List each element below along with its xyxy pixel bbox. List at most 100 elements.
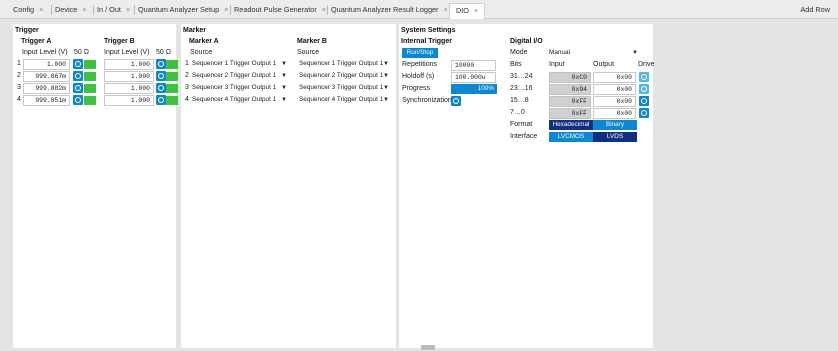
marker-a-source-select-4[interactable]: Sequencer 4 Trigger Output 1 ▼ [192, 95, 287, 105]
trigger-b-level-1[interactable]: 1.000 [104, 59, 154, 70]
row-index: 1 [17, 60, 21, 67]
interface-lvcmos-button[interactable]: LVCMOS [549, 132, 593, 142]
trigger-a-led-2 [84, 72, 96, 81]
row-index: 3 [17, 84, 21, 91]
close-icon[interactable]: × [82, 5, 86, 14]
row-index: 3 [185, 84, 189, 91]
tab-readout-pulse-generator[interactable]: Readout Pulse Generator × [234, 5, 326, 17]
system-settings-title: System Settings [401, 27, 456, 34]
dio-input-value: 0xC0 [549, 72, 591, 83]
format-label: Format [510, 121, 533, 128]
chevron-down-icon: ▼ [383, 61, 389, 67]
trigger-a-level-3[interactable]: 999.882m [23, 83, 70, 94]
trigger-b-level-2[interactable]: 1.000 [104, 71, 154, 82]
marker-b-source-select-2[interactable]: Sequencer 2 Trigger Output 1 ▼ [299, 71, 389, 81]
marker-b-source-select-3[interactable]: Sequencer 3 Trigger Output 1 ▼ [299, 83, 389, 93]
chevron-down-icon: ▼ [281, 85, 287, 91]
trigger-b-led-1 [166, 60, 178, 69]
trigger-a-50ohm-toggle-3[interactable] [73, 83, 83, 93]
tab-device[interactable]: Device × [55, 5, 87, 17]
add-row-button[interactable]: Add Row [800, 5, 830, 14]
chevron-down-icon: ▼ [383, 85, 389, 91]
trigger-a-50ohm-header: 50 Ω [74, 49, 89, 56]
trigger-b-50ohm-toggle-4[interactable] [156, 95, 166, 105]
tab-quantum-analyzer-setup[interactable]: Quantum Analyzer Setup × [138, 5, 228, 17]
tab-in-out[interactable]: In / Out × [97, 5, 130, 17]
close-icon[interactable]: × [39, 5, 43, 14]
trigger-a-50ohm-toggle-2[interactable] [73, 71, 83, 81]
close-icon[interactable]: × [444, 5, 448, 14]
synchronization-label: Synchronization [402, 97, 452, 104]
run-stop-button[interactable]: Run/Stop [402, 48, 438, 58]
trigger-a-title: Trigger A [21, 38, 52, 45]
format-binary-button[interactable]: Binary [593, 120, 637, 130]
trigger-b-level-4[interactable]: 1.000 [104, 95, 154, 106]
marker-a-source-select-3[interactable]: Sequencer 3 Trigger Output 1 ▼ [192, 83, 287, 93]
holdoff-label: Holdoff (s) [402, 73, 435, 80]
dio-drive-toggle[interactable] [639, 96, 649, 106]
trigger-b-level-3[interactable]: 1.000 [104, 83, 154, 94]
dio-drive-toggle[interactable] [639, 108, 649, 118]
trigger-b-led-3 [166, 84, 178, 93]
tab-divider [230, 5, 231, 15]
format-hexadecimal-button[interactable]: Hexadecimal [549, 120, 593, 130]
mode-label: Mode [510, 49, 528, 56]
close-icon[interactable]: × [322, 5, 326, 14]
bits-range: 23…16 [510, 85, 533, 92]
digital-io-title: Digital I/O [510, 38, 543, 45]
tab-bar: Config × Device × In / Out × Quantum Analyz… [0, 0, 838, 19]
trigger-b-50ohm-toggle-1[interactable] [156, 59, 166, 69]
repetitions-input[interactable]: 10000 [451, 60, 496, 71]
row-index: 4 [185, 96, 189, 103]
trigger-b-50ohm-header: 50 Ω [156, 49, 171, 56]
dio-output-input[interactable]: 0x00 [593, 96, 636, 107]
tab-dio[interactable]: DIO × [449, 3, 486, 19]
row-index: 4 [17, 96, 21, 103]
dio-output-input[interactable]: 0x00 [593, 84, 636, 95]
dio-output-input[interactable]: 0x00 [593, 108, 636, 119]
tab-divider [327, 5, 328, 15]
close-icon[interactable]: × [126, 5, 130, 14]
holdoff-input[interactable]: 100.000u [451, 72, 496, 83]
bits-range: 7…0 [510, 109, 525, 116]
tab-qa-result-logger[interactable]: Quantum Analyzer Result Logger × [331, 5, 448, 17]
trigger-b-title: Trigger B [104, 38, 135, 45]
trigger-b-50ohm-toggle-2[interactable] [156, 71, 166, 81]
chevron-down-icon: ▼ [383, 97, 389, 103]
synchronization-toggle[interactable] [451, 96, 461, 106]
trigger-a-level-1[interactable]: 1.000 [23, 59, 70, 70]
marker-b-source-select-1[interactable]: Sequencer 1 Trigger Output 1 ▼ [299, 59, 389, 69]
close-icon[interactable]: × [474, 6, 478, 15]
marker-b-source-select-4[interactable]: Sequencer 4 Trigger Output 1 ▼ [299, 95, 389, 105]
interface-label: Interface [510, 133, 538, 140]
dio-drive-toggle[interactable] [639, 84, 649, 94]
trigger-b-50ohm-toggle-3[interactable] [156, 83, 166, 93]
dio-drive-toggle[interactable] [639, 72, 649, 82]
trigger-panel: Trigger Trigger A Trigger B Input Level … [13, 24, 178, 348]
marker-panel: Marker Marker A Marker B Source Source 1… [181, 24, 396, 348]
resize-handle[interactable] [421, 345, 435, 350]
marker-a-source-select-1[interactable]: Sequencer 1 Trigger Output 1 ▼ [192, 59, 287, 69]
interface-lvds-button[interactable]: LVDS [593, 132, 637, 142]
chevron-down-icon: ▼ [383, 73, 389, 79]
tab-divider [51, 5, 52, 15]
row-index: 1 [185, 60, 189, 67]
dio-output-input[interactable]: 0x00 [593, 72, 636, 83]
marker-a-source-select-2[interactable]: Sequencer 2 Trigger Output 1 ▼ [192, 71, 287, 81]
trigger-a-level-header: Input Level (V) [22, 49, 68, 56]
trigger-a-50ohm-toggle-4[interactable] [73, 95, 83, 105]
trigger-a-level-4[interactable]: 999.851m [23, 95, 70, 106]
internal-trigger-title: Internal Trigger [401, 38, 452, 45]
dio-input-value: 0xFF [549, 96, 591, 107]
tab-config[interactable]: Config × [13, 5, 43, 17]
trigger-a-led-4 [84, 96, 96, 105]
close-icon[interactable]: × [224, 5, 228, 14]
trigger-b-led-4 [166, 96, 178, 105]
repetitions-label: Repetitions [402, 61, 438, 68]
marker-b-source-header: Source [297, 49, 320, 56]
trigger-a-50ohm-toggle-1[interactable] [73, 59, 83, 69]
row-index: 2 [185, 72, 189, 79]
progress-bar: 100% [451, 84, 497, 94]
trigger-a-level-2[interactable]: 999.867m [23, 71, 70, 82]
mode-select[interactable]: Manual ▼ [549, 48, 638, 58]
